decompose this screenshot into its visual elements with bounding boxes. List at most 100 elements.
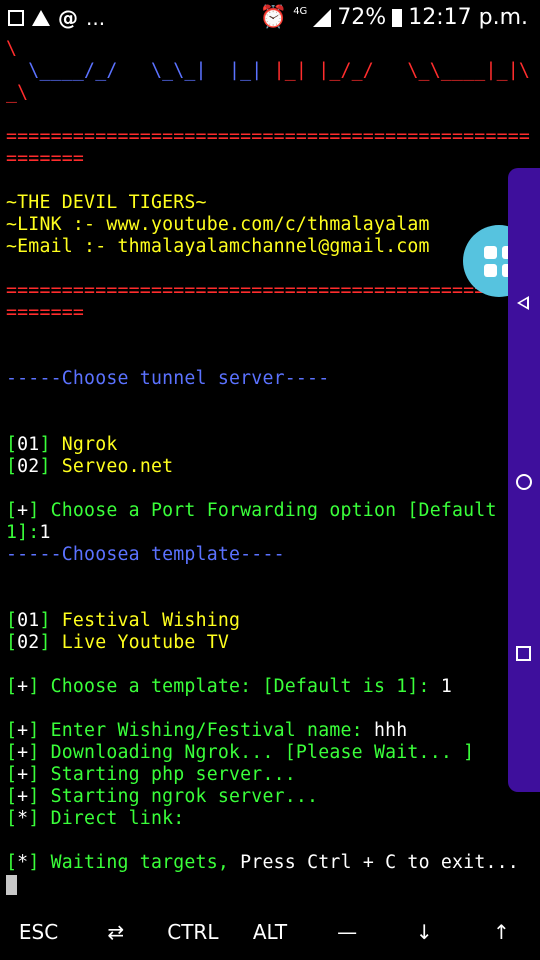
terminal-text: [ <box>6 610 18 631</box>
terminal-text: ~Email :- thmalayalamchannel@gmail.com <box>6 236 430 257</box>
terminal-text: [ <box>6 676 18 697</box>
ctrl-key[interactable]: CTRL <box>154 904 231 960</box>
terminal-line: [+] Enter Wishing/Festival name: hhh <box>6 720 540 742</box>
terminal-text: 1 <box>39 522 51 543</box>
terminal-line: [+] Choose a Port Forwarding option [Def… <box>6 500 540 522</box>
terminal-line: ~THE DEVIL TIGERS~ <box>6 192 540 214</box>
terminal-text: ========================================… <box>6 280 531 301</box>
terminal-text: Serveo.net <box>61 456 174 477</box>
back-triangle-icon[interactable] <box>517 296 529 310</box>
terminal-text: Press Ctrl + C to exit... <box>240 852 519 873</box>
tab-key[interactable]: ⇄ <box>77 904 154 960</box>
extra-keys-row: ESC ⇄ CTRL ALT — ↓ ↑ <box>0 904 540 960</box>
clock: 12:17 p.m. <box>408 5 528 30</box>
terminal-line: ======= <box>6 148 540 170</box>
alarm-icon: ⏰ <box>259 5 288 30</box>
terminal-line: [+] Choose a template: [Default is 1]: 1 <box>6 676 540 698</box>
esc-key[interactable]: ESC <box>0 904 77 960</box>
terminal-text: 01 <box>17 434 40 455</box>
terminal-text: [ <box>6 852 18 873</box>
terminal-text: ] <box>39 456 62 477</box>
terminal-line: ======= <box>6 302 540 324</box>
terminal-line: [+] Downloading Ngrok... [Please Wait...… <box>6 742 540 764</box>
terminal-line: [02] Serveo.net <box>6 456 540 478</box>
battery-icon <box>392 8 403 27</box>
terminal-text: [ <box>6 632 18 653</box>
terminal-text: + <box>17 720 29 741</box>
notification-icon <box>8 10 24 26</box>
warning-icon <box>32 10 50 26</box>
terminal-text: [ <box>6 808 18 829</box>
terminal-text: ======= <box>6 302 85 323</box>
alt-key[interactable]: ALT <box>231 904 308 960</box>
terminal-line: [*] Direct link: <box>6 808 540 830</box>
status-bar: @ ... ⏰ 4G 72% 12:17 p.m. <box>0 0 540 36</box>
terminal-text: + <box>17 742 29 763</box>
terminal-line: \ <box>6 38 540 60</box>
terminal-line <box>6 874 540 896</box>
terminal-line: ========================================… <box>6 126 540 148</box>
terminal-text: + <box>17 500 29 521</box>
terminal-text: + <box>17 764 29 785</box>
battery-percent: 72% <box>337 5 387 30</box>
signal-icon <box>313 8 332 27</box>
terminal-text: [ <box>6 764 18 785</box>
network-type: 4G <box>293 6 308 17</box>
arrow-up-key[interactable]: ↑ <box>463 904 540 960</box>
terminal-output[interactable]: \ \____/_/ \_\_| |_| |_| |_/_/ \_\____|_… <box>6 38 540 896</box>
terminal-line: [*] Waiting targets, Press Ctrl + C to e… <box>6 852 540 874</box>
recent-square-icon[interactable] <box>516 646 531 661</box>
terminal-line: _\ <box>6 82 540 104</box>
home-circle-icon[interactable] <box>516 474 532 490</box>
terminal-text: \ <box>6 38 18 59</box>
terminal-text: 02 <box>17 456 40 477</box>
terminal-text: + <box>17 786 29 807</box>
terminal-text: Ngrok <box>61 434 118 455</box>
terminal-text: ] <box>39 632 62 653</box>
dash-key[interactable]: — <box>309 904 386 960</box>
terminal-text: Festival Wishing <box>61 610 241 631</box>
terminal-text: * <box>17 852 29 873</box>
terminal-text: Live Youtube TV <box>61 632 230 653</box>
terminal-text: ] Downloading Ngrok... [Please Wait... ] <box>28 742 475 763</box>
terminal-text: ] Starting php server... <box>28 764 296 785</box>
terminal-line: ~LINK :- www.youtube.com/c/thmalayalam <box>6 214 540 236</box>
terminal-text: [ <box>6 786 18 807</box>
terminal-text: \____/_/ \_\_| |_| <box>6 60 274 81</box>
terminal-text: 01 <box>17 610 40 631</box>
terminal-line: [01] Festival Wishing <box>6 610 540 632</box>
terminal-text: -----Choosea template---- <box>6 544 285 565</box>
terminal-line: [01] Ngrok <box>6 434 540 456</box>
terminal-text: ] Waiting targets, <box>28 852 241 873</box>
arrow-down-key[interactable]: ↓ <box>386 904 463 960</box>
terminal-cursor <box>6 875 17 895</box>
terminal-text: [ <box>6 456 18 477</box>
terminal-text: [ <box>6 742 18 763</box>
terminal-text: 1]: <box>6 522 40 543</box>
terminal-line: 1]:1 <box>6 522 540 544</box>
terminal-line: \____/_/ \_\_| |_| |_| |_/_/ \_\____|_|\ <box>6 60 540 82</box>
terminal-line: [02] Live Youtube TV <box>6 632 540 654</box>
terminal-text: ] Choose a Port Forwarding option [Defau… <box>28 500 531 521</box>
terminal-text: ] Choose a template: [Default is 1]: <box>28 676 441 697</box>
terminal-text: |_| |_/_/ \_\____|_|\ <box>273 60 531 81</box>
terminal-text: ] Enter Wishing/Festival name: <box>28 720 374 741</box>
terminal-text: * <box>17 808 29 829</box>
terminal-text: ] Starting ngrok server... <box>28 786 319 807</box>
terminal-text: ] <box>39 434 62 455</box>
terminal-line: ~Email :- thmalayalamchannel@gmail.com <box>6 236 540 258</box>
side-navigation-bar <box>508 168 540 792</box>
terminal-line: [+] Starting php server... <box>6 764 540 786</box>
terminal-line: -----Choose tunnel server---- <box>6 368 540 390</box>
